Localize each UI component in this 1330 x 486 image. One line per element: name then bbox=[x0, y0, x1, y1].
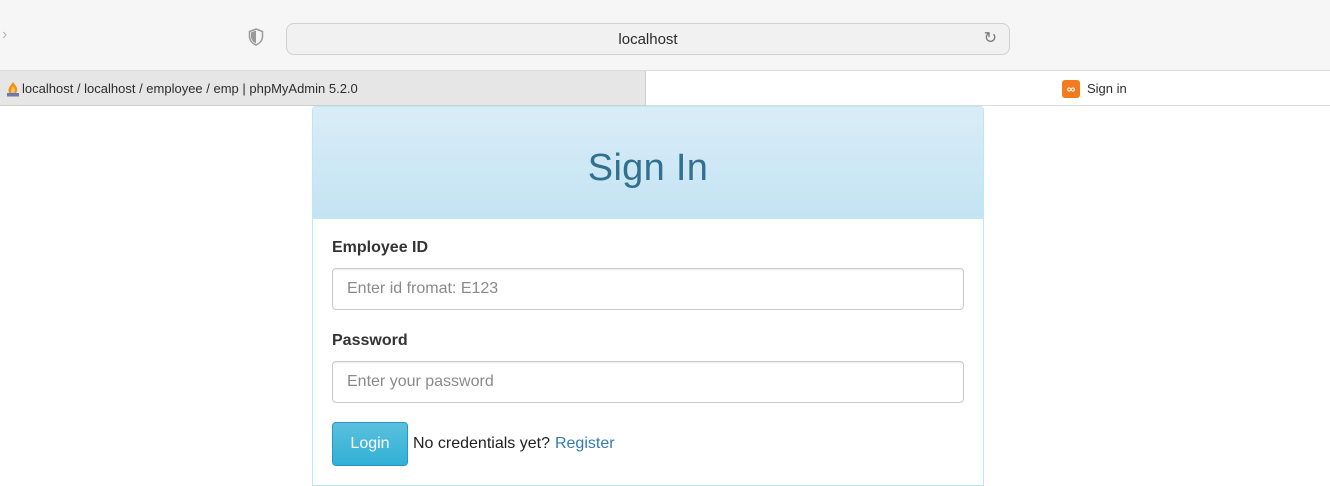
browser-toolbar: › localhost ↻ bbox=[0, 0, 1330, 70]
reload-icon[interactable]: ↻ bbox=[984, 30, 997, 48]
login-button[interactable]: Login bbox=[332, 422, 408, 466]
employee-id-input[interactable] bbox=[332, 268, 964, 310]
signin-form: Employee ID Password Login No credential… bbox=[313, 219, 983, 466]
employee-id-group: Employee ID bbox=[332, 239, 964, 310]
tab-strip: localhost / localhost / employee / emp |… bbox=[0, 70, 1330, 106]
tab-sign-in[interactable]: ∞ Sign in bbox=[1060, 71, 1260, 106]
tab-phpmyadmin[interactable]: localhost / localhost / employee / emp |… bbox=[0, 71, 646, 106]
signin-panel: Sign In Employee ID Password Login No cr… bbox=[312, 106, 984, 486]
panel-heading: Sign In bbox=[313, 107, 983, 219]
xampp-icon: ∞ bbox=[1062, 80, 1080, 98]
forward-icon[interactable]: › bbox=[2, 27, 7, 43]
address-bar[interactable]: localhost ↻ bbox=[286, 23, 1010, 55]
register-prompt: No credentials yet? bbox=[413, 435, 550, 452]
password-group: Password bbox=[332, 332, 964, 403]
tab-label: Sign in bbox=[1087, 81, 1127, 96]
phpmyadmin-icon bbox=[7, 82, 19, 97]
password-label: Password bbox=[332, 332, 408, 349]
shield-icon[interactable] bbox=[248, 28, 264, 46]
register-link[interactable]: Register bbox=[555, 435, 615, 453]
tab-label: localhost / localhost / employee / emp |… bbox=[22, 81, 358, 96]
address-text: localhost bbox=[618, 31, 678, 48]
password-input[interactable] bbox=[332, 361, 964, 403]
form-actions: Login No credentials yet? Register bbox=[332, 422, 964, 466]
page-title: Sign In bbox=[587, 147, 709, 189]
employee-id-label: Employee ID bbox=[332, 239, 429, 256]
